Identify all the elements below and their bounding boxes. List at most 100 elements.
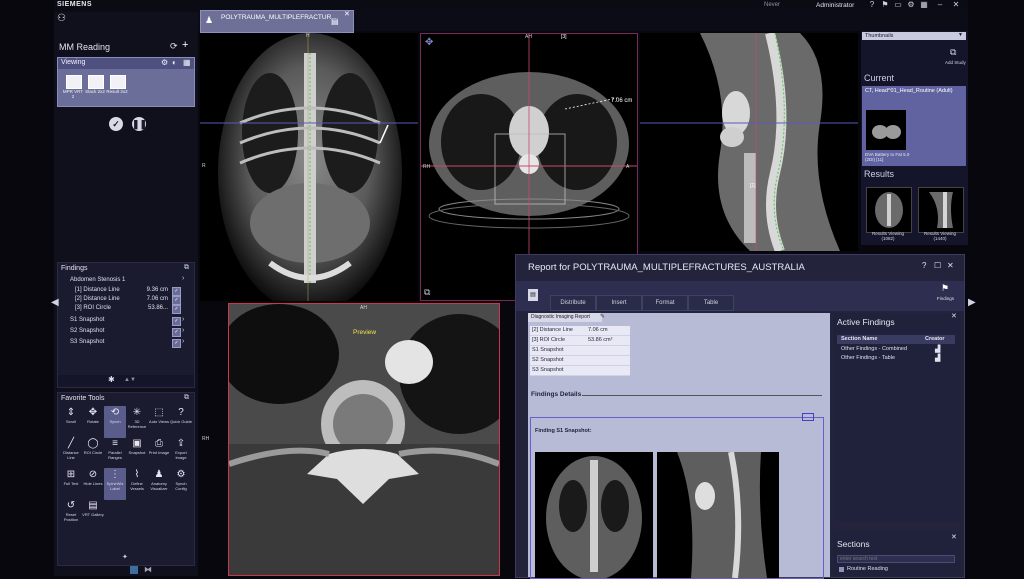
tool-spine-label[interactable]: ⋮ SpineWiz Label: [104, 468, 126, 500]
add-study-icon[interactable]: ⧉: [950, 47, 956, 58]
chevron-right-icon[interactable]: ›: [182, 338, 184, 345]
tab-distribute[interactable]: Distribute: [550, 295, 596, 311]
section-search-input[interactable]: [837, 555, 955, 563]
confirm-button[interactable]: ✓: [109, 117, 123, 131]
chevron-right-icon[interactable]: ›: [182, 275, 184, 282]
close-icon[interactable]: ✕: [951, 312, 957, 320]
screen-2-icon[interactable]: ⧓: [144, 565, 152, 574]
tool-roi-circle[interactable]: ◯ ROI Circle: [82, 437, 104, 469]
monitor-icon[interactable]: ▭: [892, 0, 904, 9]
minimize-icon[interactable]: –: [934, 0, 946, 9]
tool-anatomy[interactable]: ♟ Anatomy Visualizer: [148, 468, 170, 500]
finding-checkbox[interactable]: ✓: [172, 328, 181, 337]
pin-icon[interactable]: ✱: [108, 375, 115, 384]
chevron-right-icon[interactable]: ›: [182, 316, 184, 323]
close-icon[interactable]: ✕: [950, 0, 962, 9]
roi-annotation[interactable]: [3]: [561, 34, 567, 40]
distance-measurement[interactable]: 7.06 cm: [611, 98, 632, 104]
current-series-thumb[interactable]: [866, 110, 906, 150]
sagittal-viewer[interactable]: [1]: [640, 33, 858, 251]
refresh-icon[interactable]: ⟳: [170, 41, 178, 52]
layout-mpr-vrt-button[interactable]: MPR VRT 2: [62, 75, 84, 99]
chevron-down-icon[interactable]: ▼: [958, 32, 963, 38]
doc-tab[interactable]: Diagnostic Imaging Report: [528, 313, 602, 322]
snapshot-item[interactable]: S2 Snapshot: [70, 326, 104, 336]
layout-stack-icon[interactable]: ⧉: [424, 287, 430, 298]
chevron-left-icon[interactable]: ◀: [51, 297, 59, 308]
chevron-right-icon[interactable]: ▶: [968, 297, 976, 308]
tool-quick-guide[interactable]: ? Quick Guide: [170, 406, 192, 438]
add-study-label[interactable]: Add Study: [945, 60, 966, 65]
chevron-right-icon[interactable]: ›: [182, 327, 184, 334]
measurement-label[interactable]: [1]: [750, 183, 756, 189]
add-icon[interactable]: +: [182, 39, 188, 51]
tab-table[interactable]: Table: [688, 295, 734, 311]
close-icon[interactable]: ✕: [951, 533, 957, 541]
tool-rotate[interactable]: ✥ Rotate: [82, 406, 104, 438]
thumbnails-dropdown[interactable]: Thumbnails: [862, 32, 966, 40]
zoom-viewer[interactable]: AH Preview: [228, 303, 500, 576]
help-icon[interactable]: ?: [922, 261, 926, 270]
finding-checkbox[interactable]: ✓: [172, 339, 181, 348]
move-icon[interactable]: ✥: [425, 37, 433, 48]
flag-icon[interactable]: ⚑: [941, 283, 949, 294]
close-icon[interactable]: ✕: [947, 261, 954, 270]
result-thumb[interactable]: [866, 187, 912, 233]
snapshot-image[interactable]: [535, 452, 653, 578]
report-document[interactable]: Diagnostic Imaging Report ✎ [2] Distance…: [528, 313, 830, 579]
tool-define-vessels[interactable]: ⌇ Define Vessels: [126, 468, 148, 500]
tool-hide-lines[interactable]: ⊘ Hide Lines: [82, 468, 104, 500]
expand-icon[interactable]: ⧉: [184, 394, 189, 402]
tab-format[interactable]: Format: [642, 295, 688, 311]
move-arrows-icon[interactable]: ▲▼: [124, 377, 136, 383]
study-tab[interactable]: ♟ POLYTRAUMA_MULTIPLEFRACTUR... ▤ ✕: [200, 10, 354, 33]
viewing-settings-icon[interactable]: ⚙: [161, 58, 168, 67]
finding-block[interactable]: Finding S1 Snapshot:: [530, 417, 824, 579]
tool-distance-line[interactable]: ╱ Distance Line: [60, 437, 82, 469]
finding-item[interactable]: [3] ROI Circle: [75, 303, 111, 313]
finding-checkbox[interactable]: ✓: [172, 287, 181, 296]
layout-result-button[interactable]: Result 2x2: [106, 75, 128, 94]
tool-print[interactable]: ⎙ Print Image: [148, 437, 170, 469]
snapshot-image[interactable]: [657, 452, 779, 578]
viewing-layout-icon[interactable]: ▦: [183, 58, 191, 67]
tool-full-text[interactable]: ⊞ Full Text: [60, 468, 82, 500]
maximize-icon[interactable]: ☐: [934, 261, 941, 270]
tool-synch-config[interactable]: ⚙ Synch Config: [170, 468, 192, 500]
tool-vrt-gallery[interactable]: ▤ VRT Gallery: [82, 499, 104, 531]
table-row[interactable]: Other Findings - Combined ▟: [837, 345, 955, 354]
add-icon[interactable]: ✦: [122, 553, 128, 561]
section-checkbox[interactable]: [839, 567, 844, 572]
expand-icon[interactable]: ⧉: [184, 264, 189, 272]
document-icon[interactable]: ▤: [528, 289, 538, 301]
patient-browser-icon[interactable]: ⚇: [57, 13, 69, 25]
findings-group[interactable]: Abdomen Stenosis 1: [70, 275, 188, 285]
finding-checkbox[interactable]: ✓: [172, 317, 181, 326]
current-series-box[interactable]: CT, Head^01_Head_Routine (Adult) DVA Bat…: [862, 86, 966, 166]
coronal-viewer[interactable]: H R: [200, 33, 418, 301]
result-thumb[interactable]: [918, 187, 964, 233]
tool-3d-reference[interactable]: ✳ 3D Reference: [126, 406, 148, 438]
pause-button[interactable]: ❚❚: [132, 117, 147, 131]
viewing-toggle-icon[interactable]: ◐: [172, 58, 177, 67]
tool-reset[interactable]: ↺ Reset Position: [60, 499, 82, 531]
layout-stack-button[interactable]: Stack 2x2: [84, 75, 106, 94]
table-row[interactable]: Other Findings - Table ▟: [837, 354, 955, 363]
edit-icon[interactable]: ✎: [600, 313, 605, 320]
screen-1-icon[interactable]: [130, 566, 138, 574]
finding-checkbox[interactable]: ✓: [172, 305, 181, 314]
grid-icon[interactable]: ▦: [918, 0, 930, 9]
tool-synch[interactable]: ⟲ Synch: [104, 406, 126, 438]
tab-close-icon[interactable]: ✕: [344, 10, 350, 18]
gear-icon[interactable]: ⚙: [905, 0, 917, 9]
tab-insert[interactable]: Insert: [596, 295, 642, 311]
help-icon[interactable]: ?: [866, 0, 878, 9]
tool-auto-views[interactable]: ⬚ Auto Views: [148, 406, 170, 438]
finding-checkbox[interactable]: ✓: [172, 296, 181, 305]
tool-scroll[interactable]: ⇕ Scroll: [60, 406, 82, 438]
tab-menu-icon[interactable]: ▤: [331, 17, 339, 26]
snapshot-item[interactable]: S3 Snapshot: [70, 337, 104, 347]
snapshot-item[interactable]: S1 Snapshot: [70, 315, 104, 325]
tool-parallel-ranges[interactable]: ≡ Parallel Ranges: [104, 437, 126, 469]
resize-handle[interactable]: [802, 413, 814, 421]
